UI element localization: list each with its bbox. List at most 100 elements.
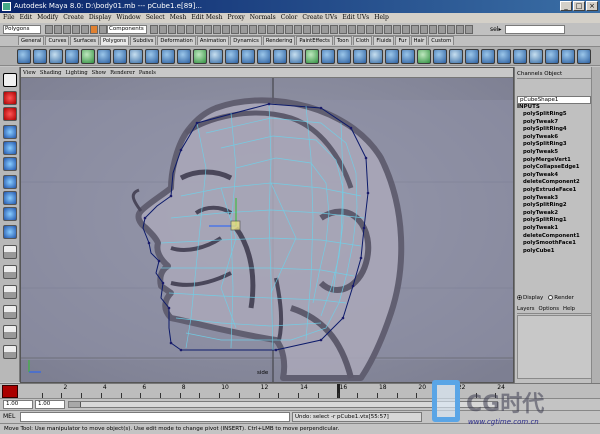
- poly-shelf-tool-icon[interactable]: [49, 49, 63, 64]
- command-input[interactable]: [20, 412, 290, 422]
- poly-shelf-tool-icon[interactable]: [433, 49, 447, 64]
- shelf-tab-fluids[interactable]: Fluids: [373, 36, 395, 45]
- poly-shelf-tool-icon[interactable]: [145, 49, 159, 64]
- poly-shelf-tool-icon[interactable]: [337, 49, 351, 64]
- attribute-editor-tab[interactable]: [591, 67, 600, 383]
- shelf-tab-surfaces[interactable]: Surfaces: [70, 36, 99, 45]
- status-mask-icon[interactable]: [222, 25, 230, 34]
- poly-shelf-tool-icon[interactable]: [225, 49, 239, 64]
- menu-modify[interactable]: Modify: [37, 13, 58, 23]
- shelf-tab-subdivs[interactable]: Subdivs: [130, 36, 157, 45]
- display-layers-option[interactable]: Display: [517, 294, 543, 302]
- scale-tool-icon[interactable]: [3, 157, 17, 171]
- panel-menu-shading[interactable]: Shading: [40, 68, 62, 77]
- poly-shelf-tool-icon[interactable]: [177, 49, 191, 64]
- input-history-item[interactable]: polySplitRing2: [523, 202, 593, 210]
- shelf-tab-cloth[interactable]: Cloth: [352, 36, 373, 45]
- input-history-item[interactable]: polySplitRing5: [523, 111, 593, 119]
- shelf-tab-polygons[interactable]: Polygons: [99, 36, 130, 45]
- shelf-tab-rendering[interactable]: Rendering: [262, 36, 296, 45]
- poly-shelf-tool-icon[interactable]: [257, 49, 271, 64]
- maximize-button[interactable]: □: [573, 1, 585, 11]
- panel-menu-lighting[interactable]: Lighting: [65, 68, 87, 77]
- status-mask-icon[interactable]: [375, 25, 383, 34]
- status-mask-icon[interactable]: [330, 25, 338, 34]
- time-slider-track[interactable]: 2 4 6 8 10 12 14 16 18 20 22 24: [22, 384, 515, 398]
- status-mask-icon[interactable]: [249, 25, 257, 34]
- shelf-tab-curves[interactable]: Curves: [45, 36, 70, 45]
- single-pane-icon[interactable]: [3, 245, 17, 259]
- outliner-layout-icon[interactable]: [3, 285, 17, 299]
- channel-box-object-name[interactable]: pCubeShape1: [517, 96, 591, 104]
- poly-shelf-tool-icon[interactable]: [65, 49, 79, 64]
- poly-shelf-tool-icon[interactable]: [289, 49, 303, 64]
- side-viewport[interactable]: side: [21, 78, 513, 382]
- status-mask-icon[interactable]: [285, 25, 293, 34]
- input-history-item[interactable]: polyTweak2: [523, 210, 593, 218]
- input-history-item[interactable]: polySplitRing3: [523, 141, 593, 149]
- graph-layout-icon[interactable]: [3, 305, 17, 319]
- status-mask-icon[interactable]: [312, 25, 320, 34]
- status-mask-icon[interactable]: [402, 25, 410, 34]
- hypershade-layout-icon[interactable]: [3, 325, 17, 339]
- move-center-handle[interactable]: [230, 220, 241, 231]
- status-mask-icon[interactable]: [429, 25, 437, 34]
- input-history-item[interactable]: deleteComponent2: [523, 179, 593, 187]
- poly-shelf-tool-icon[interactable]: [529, 49, 543, 64]
- minimize-button[interactable]: _: [560, 1, 572, 11]
- status-mask-icon[interactable]: [438, 25, 446, 34]
- shelf-tab-custom[interactable]: Custom: [428, 36, 455, 45]
- status-mask-icon[interactable]: [177, 25, 185, 34]
- status-tool-icon[interactable]: [45, 25, 53, 34]
- status-mask-icon[interactable]: [321, 25, 329, 34]
- input-history-item[interactable]: polyExtrudeFace1: [523, 187, 593, 195]
- input-history-item[interactable]: polyTweak3: [523, 195, 593, 203]
- poly-shelf-tool-icon[interactable]: [33, 49, 47, 64]
- layer-list[interactable]: [517, 315, 592, 379]
- shelf-tab-painteffects[interactable]: PaintEffects: [296, 36, 333, 45]
- poly-shelf-tool-icon[interactable]: [81, 49, 95, 64]
- poly-shelf-tool-icon[interactable]: [273, 49, 287, 64]
- shelf-tab-toon[interactable]: Toon: [333, 36, 352, 45]
- shelf-tab-fur[interactable]: Fur: [395, 36, 410, 45]
- input-history-item[interactable]: polySmoothFace1: [523, 240, 593, 248]
- input-history-item[interactable]: polyMergeVert1: [523, 157, 593, 165]
- status-mask-icon[interactable]: [213, 25, 221, 34]
- lasso-tool-icon[interactable]: [3, 91, 17, 105]
- status-mask-icon[interactable]: [204, 25, 212, 34]
- status-mask-icon[interactable]: [195, 25, 203, 34]
- status-mask-icon[interactable]: [384, 25, 392, 34]
- status-mask-icon[interactable]: [159, 25, 167, 34]
- status-tool-icon[interactable]: [54, 25, 62, 34]
- poly-shelf-tool-icon[interactable]: [481, 49, 495, 64]
- menu-set-dropdown[interactable]: Polygons: [3, 25, 41, 34]
- rotate-tool-icon[interactable]: [3, 141, 17, 155]
- menu-edit-uvs[interactable]: Edit UVs: [342, 13, 369, 23]
- close-button[interactable]: ×: [586, 1, 598, 11]
- status-mask-icon[interactable]: [348, 25, 356, 34]
- menu-proxy[interactable]: Proxy: [227, 13, 244, 23]
- menu-file[interactable]: File: [3, 13, 15, 23]
- menu-edit-mesh[interactable]: Edit Mesh: [191, 13, 222, 23]
- select-tool-icon[interactable]: [3, 73, 17, 87]
- menu-edit[interactable]: Edit: [20, 13, 33, 23]
- poly-shelf-tool-icon[interactable]: [417, 49, 431, 64]
- status-mask-icon[interactable]: [294, 25, 302, 34]
- poly-shelf-tool-icon[interactable]: [369, 49, 383, 64]
- status-mask-icon[interactable]: [303, 25, 311, 34]
- poly-shelf-tool-icon[interactable]: [577, 49, 591, 64]
- poly-shelf-tool-icon[interactable]: [209, 49, 223, 64]
- menu-window[interactable]: Window: [116, 13, 140, 23]
- panel-menu-view[interactable]: View: [23, 68, 36, 77]
- input-history-item[interactable]: polySplitRing4: [523, 126, 593, 134]
- status-tool-icon[interactable]: [63, 25, 71, 34]
- menu-create[interactable]: Create: [63, 13, 84, 23]
- channel-box-header[interactable]: Channels Object: [517, 69, 591, 79]
- status-mask-icon[interactable]: [276, 25, 284, 34]
- menu-mesh[interactable]: Mesh: [170, 13, 187, 23]
- quick-select-field[interactable]: [505, 25, 565, 34]
- status-mask-icon[interactable]: [420, 25, 428, 34]
- layer-menu-options[interactable]: Options: [539, 305, 559, 313]
- poly-shelf-tool-icon[interactable]: [385, 49, 399, 64]
- status-mask-icon[interactable]: [465, 25, 473, 34]
